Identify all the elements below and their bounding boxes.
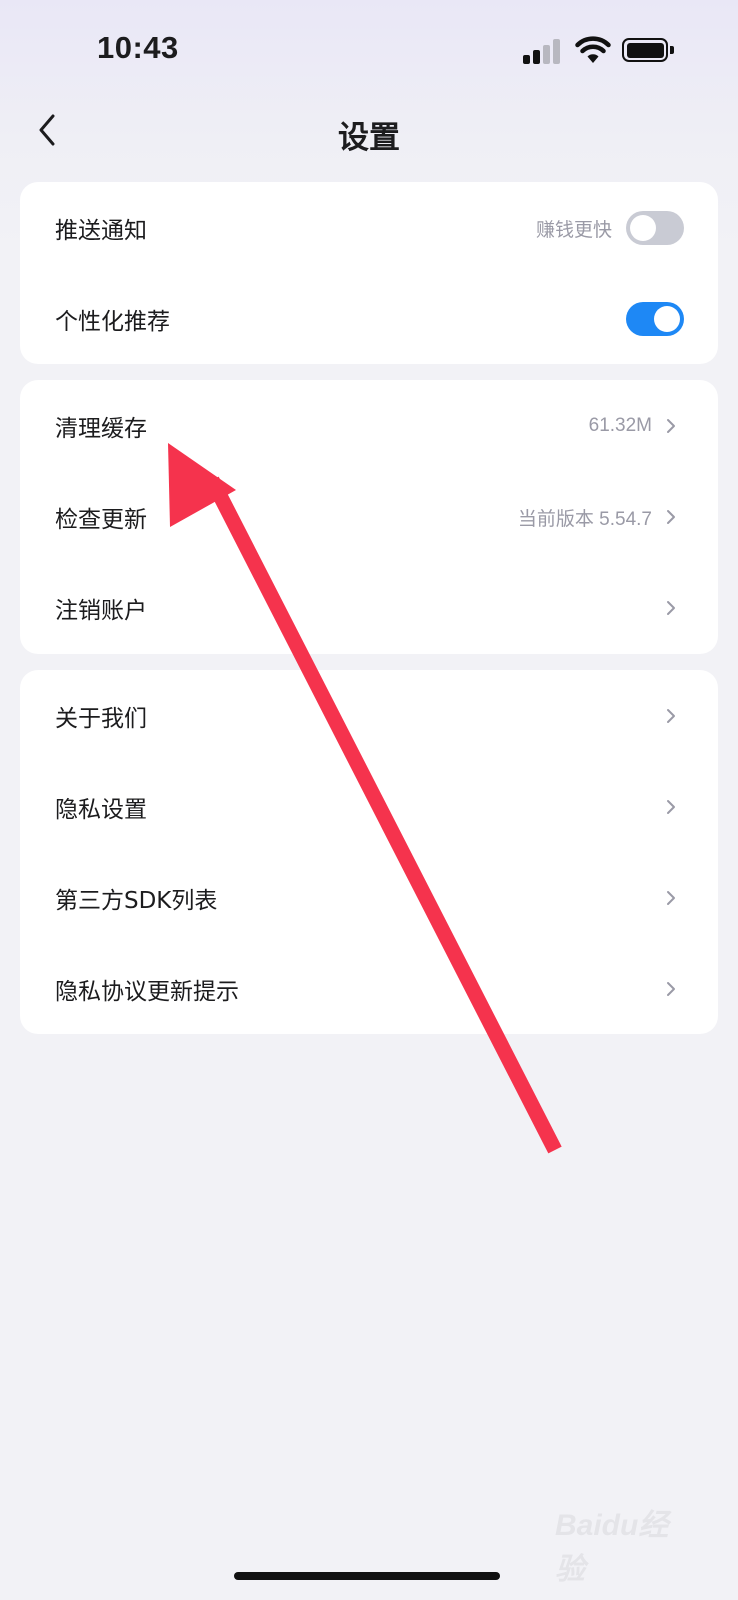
clear-cache-label: 清理缓存	[55, 416, 147, 442]
current-version-value: 当前版本 5.54.7	[517, 508, 652, 530]
push-notification-hint: 赚钱更快	[535, 218, 612, 241]
chevron-right-icon	[667, 800, 675, 814]
push-notification-toggle[interactable]	[626, 211, 684, 245]
status-bar: 10:43	[0, 0, 738, 100]
privacy-settings-label: 隐私设置	[55, 797, 147, 823]
delete-account-row[interactable]: 注销账户	[20, 562, 718, 654]
push-notification-row: 推送通知 赚钱更快	[20, 182, 718, 274]
privacy-policy-update-row[interactable]: 隐私协议更新提示	[20, 943, 718, 1035]
home-indicator[interactable]	[234, 1572, 500, 1580]
status-time: 10:43	[97, 30, 179, 65]
chevron-right-icon	[667, 891, 675, 905]
personalized-recommendation-row: 个性化推荐	[20, 273, 718, 365]
chevron-right-icon	[667, 510, 675, 524]
privacy-policy-update-label: 隐私协议更新提示	[55, 979, 239, 1005]
privacy-settings-row[interactable]: 隐私设置	[20, 761, 718, 853]
personalized-recommendation-label: 个性化推荐	[55, 309, 170, 335]
wifi-icon	[575, 36, 611, 63]
settings-card-notifications: 推送通知 赚钱更快 个性化推荐	[20, 182, 718, 364]
baidu-watermark-logo: Baidu经验	[555, 1486, 695, 1586]
cache-size-value: 61.32M	[588, 415, 652, 436]
settings-card-account: 清理缓存 61.32M 检查更新 当前版本 5.54.7 注销账户	[20, 380, 718, 654]
watermark-text: Baidu经验	[555, 1509, 669, 1586]
about-us-row[interactable]: 关于我们	[20, 670, 718, 762]
nav-bar: 设置	[0, 100, 738, 160]
chevron-right-icon	[667, 709, 675, 723]
check-update-label: 检查更新	[55, 507, 147, 533]
third-party-sdk-list-row[interactable]: 第三方SDK列表	[20, 852, 718, 944]
clear-cache-row[interactable]: 清理缓存 61.32M	[20, 380, 718, 472]
check-update-row[interactable]: 检查更新 当前版本 5.54.7	[20, 471, 718, 563]
about-us-label: 关于我们	[55, 706, 147, 732]
page-title: 设置	[338, 120, 400, 156]
personalized-recommendation-toggle[interactable]	[626, 302, 684, 336]
chevron-right-icon	[667, 419, 675, 433]
push-notification-label: 推送通知	[55, 218, 147, 244]
battery-icon	[622, 38, 674, 62]
delete-account-label: 注销账户	[55, 598, 147, 624]
settings-card-about: 关于我们 隐私设置 第三方SDK列表 隐私协议更新提示	[20, 670, 718, 1034]
cellular-signal-icon	[523, 38, 563, 64]
chevron-right-icon	[667, 601, 675, 615]
chevron-right-icon	[667, 982, 675, 996]
third-party-sdk-list-label: 第三方SDK列表	[55, 888, 218, 914]
